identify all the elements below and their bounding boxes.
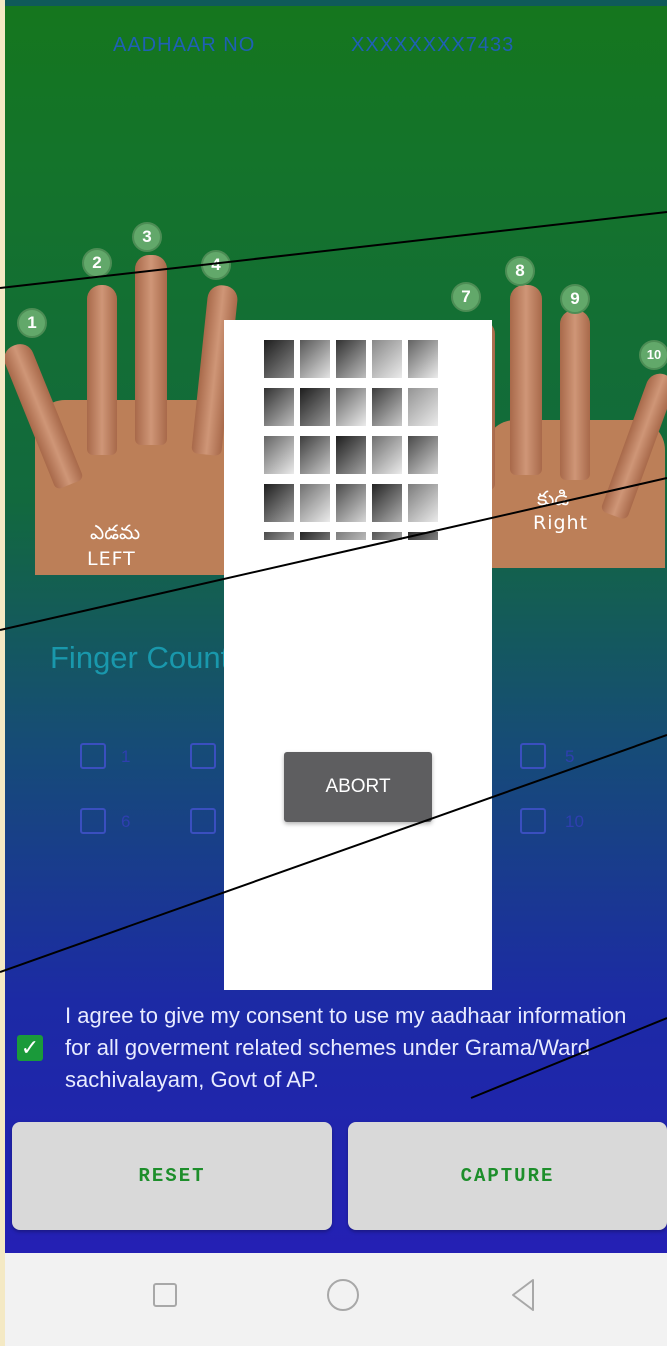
scan-tile [336, 388, 366, 426]
finger-count-option-5: 5 [565, 747, 575, 766]
scan-tile [300, 340, 330, 378]
scan-tile [372, 436, 402, 474]
right-finger-number-7: 7 [451, 282, 481, 312]
left-finger-2[interactable] [87, 285, 117, 455]
finger-count-checkbox-6[interactable] [80, 808, 106, 834]
scan-tile [336, 340, 366, 378]
capture-dialog: ABORT [224, 320, 492, 990]
scan-tile [300, 388, 330, 426]
triangle-back-icon[interactable] [509, 1277, 537, 1313]
app-screen: AADHAAR NO XXXXXXXX7433 1 2 3 4 ఎడమ LEFT… [5, 0, 667, 1253]
scan-tile [300, 484, 330, 522]
scan-tile [372, 532, 402, 540]
scan-tile [408, 340, 438, 378]
scan-tile [264, 484, 294, 522]
left-finger-3[interactable] [135, 255, 167, 445]
fingerprint-scan-preview [264, 340, 444, 540]
right-hand-label-en: Right [533, 512, 589, 534]
scan-tile [264, 532, 294, 540]
left-hand-label-en: LEFT [87, 548, 136, 570]
finger-count-option-1: 1 [121, 747, 131, 766]
aadhaar-value: XXXXXXXX7433 [351, 34, 515, 56]
scan-tile [408, 436, 438, 474]
right-finger-9[interactable] [560, 310, 590, 480]
scan-tile [264, 436, 294, 474]
scan-tile [408, 388, 438, 426]
capture-button[interactable]: CAPTURE [348, 1122, 667, 1230]
scan-tile [264, 340, 294, 378]
aadhaar-row: AADHAAR NO XXXXXXXX7433 [5, 34, 667, 64]
left-finger-number-1: 1 [17, 308, 47, 338]
scan-tile [300, 532, 330, 540]
circle-icon[interactable] [327, 1279, 359, 1311]
finger-count-option-6: 6 [121, 812, 131, 831]
finger-count-checkbox-7[interactable] [190, 808, 216, 834]
consent-checkbox[interactable]: ✓ [17, 1035, 43, 1061]
left-finger-number-4: 4 [201, 250, 231, 280]
check-icon: ✓ [20, 1035, 40, 1060]
square-icon[interactable] [153, 1283, 177, 1307]
aadhaar-label: AADHAAR NO [113, 34, 256, 56]
right-finger-number-10: 10 [639, 340, 667, 370]
right-finger-number-8: 8 [505, 256, 535, 286]
abort-button[interactable]: ABORT [284, 752, 432, 822]
finger-count-checkbox-5[interactable] [520, 743, 546, 769]
system-nav-bar [5, 1253, 667, 1346]
right-hand-label-te: కుడి [537, 486, 570, 510]
scan-tile [372, 388, 402, 426]
finger-count-checkbox-1[interactable] [80, 743, 106, 769]
scan-tile [372, 340, 402, 378]
top-strip [5, 0, 667, 6]
scan-tile [408, 484, 438, 522]
finger-count-option-10: 10 [565, 812, 584, 831]
scan-tile [336, 436, 366, 474]
finger-count-label: Finger Count [50, 640, 230, 675]
reset-button[interactable]: RESET [12, 1122, 332, 1230]
scan-tile [336, 484, 366, 522]
scan-tile [372, 484, 402, 522]
finger-count-checkbox-2[interactable] [190, 743, 216, 769]
scan-tile [408, 532, 438, 540]
left-finger-number-2: 2 [82, 248, 112, 278]
finger-count-checkbox-10[interactable] [520, 808, 546, 834]
scan-tile [336, 532, 366, 540]
left-finger-number-3: 3 [132, 222, 162, 252]
scan-tile [264, 388, 294, 426]
left-hand-image: 1 2 3 4 ఎడమ LEFT [5, 220, 239, 580]
right-finger-8[interactable] [510, 285, 542, 475]
right-finger-number-9: 9 [560, 284, 590, 314]
left-hand-label-te: ఎడమ [90, 520, 141, 544]
scan-tile [300, 436, 330, 474]
consent-text: I agree to give my consent to use my aad… [65, 1003, 627, 1092]
